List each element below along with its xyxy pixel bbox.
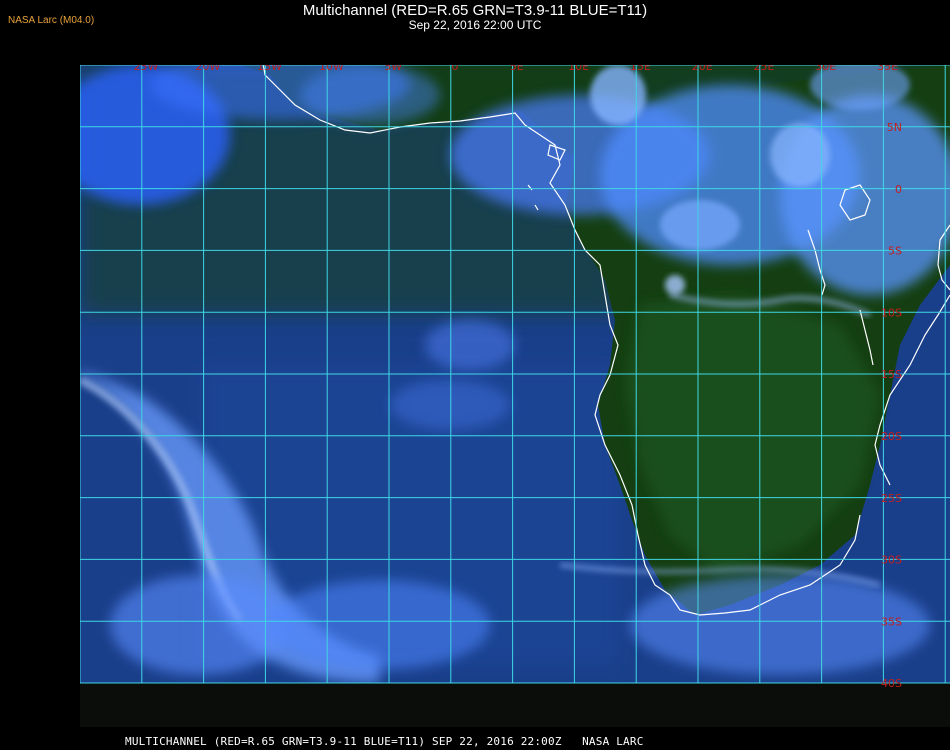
longitude-label: 15W	[257, 65, 282, 73]
latitude-label: 30S	[881, 554, 902, 567]
longitude-label: 15E	[630, 65, 651, 73]
image-caption: MULTICHANNEL (RED=R.65 GRN=T3.9-11 BLUE=…	[125, 735, 644, 748]
longitude-label: 5W	[384, 65, 402, 73]
image-title: Multichannel (RED=R.65 GRN=T3.9-11 BLUE=…	[302, 2, 648, 19]
image-lower-strip	[80, 683, 950, 727]
longitude-label: 10W	[319, 65, 344, 73]
cloud-cell-bright-3	[660, 200, 740, 250]
latitude-label: 0	[895, 183, 902, 196]
longitude-label: 0	[452, 65, 459, 73]
cloud-patch-mid-atlantic-2	[390, 380, 510, 430]
longitude-label: 30E	[815, 65, 836, 73]
longitude-label: 25E	[754, 65, 775, 73]
cloud-cell-bright-1	[590, 65, 646, 125]
longitude-label: 5E	[510, 65, 524, 73]
latitude-label: 40S	[881, 677, 902, 690]
cloud-cell-small	[665, 275, 685, 295]
longitude-label: 25W	[134, 65, 159, 73]
satellite-image: 25W 20W 15W 10W 5W 0 5E 10E 15E 20E 25E 30E 35E 5N 0 5…	[80, 65, 950, 727]
latitude-label: 5N	[887, 121, 902, 134]
latitude-label: 10S	[881, 306, 902, 319]
cloud-mass-south-atlantic	[270, 580, 490, 670]
image-timestamp: Sep 22, 2016 22:00 UTC	[408, 18, 542, 32]
latitude-label: 25S	[881, 492, 902, 505]
latitude-label: 15S	[881, 368, 902, 381]
latitude-label: 35S	[881, 615, 902, 628]
cloud-mass-n	[300, 65, 440, 125]
cloud-patch-mid-atlantic-1	[425, 320, 515, 370]
cloud-cell-bright-2	[770, 123, 830, 187]
longitude-label: 35E	[877, 65, 898, 73]
satellite-map: 25W 20W 15W 10W 5W 0 5E 10E 15E 20E 25E 30E 35E 5N 0 5…	[80, 65, 950, 727]
longitude-label: 20E	[692, 65, 713, 73]
latitude-label: 20S	[881, 430, 902, 443]
longitude-label: 10E	[568, 65, 589, 73]
latitude-label: 5S	[888, 245, 902, 258]
cloud-mass-southwest	[110, 575, 290, 675]
longitude-label: 20W	[195, 65, 220, 73]
